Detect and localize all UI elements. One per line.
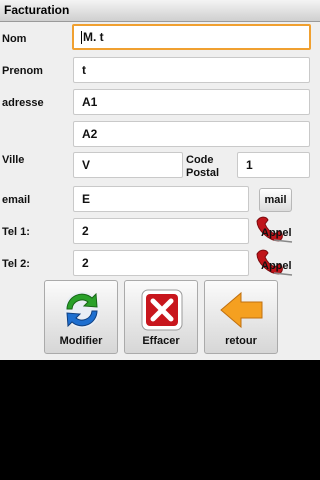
tel1-field[interactable]: 2 <box>73 218 249 244</box>
text-cursor <box>81 30 82 44</box>
arrow-left-icon <box>220 291 263 329</box>
email-field[interactable]: E <box>73 186 249 212</box>
ville-label: Ville <box>2 154 25 166</box>
prenom-value: t <box>82 63 86 77</box>
tel2-call-label: Appel <box>261 260 292 272</box>
red-x-icon <box>141 289 183 331</box>
tel1-call-button[interactable]: Appel <box>254 215 294 245</box>
adresse-label: adresse <box>2 97 44 109</box>
effacer-button[interactable]: Effacer <box>124 280 198 354</box>
title-bar: Facturation <box>0 0 320 22</box>
adresse-line1-value: A1 <box>82 95 98 109</box>
nom-label: Nom <box>2 33 27 45</box>
email-value: E <box>82 192 91 206</box>
ville-field[interactable]: V <box>73 152 183 178</box>
email-label: email <box>2 194 31 206</box>
code-postal-label-line2: Postal <box>186 167 220 179</box>
tel2-call-button[interactable]: Appel <box>254 248 294 278</box>
tel2-label: Tel 2: <box>2 258 30 270</box>
tel2-field[interactable]: 2 <box>73 250 249 276</box>
adresse-line1-field[interactable]: A1 <box>73 89 310 115</box>
prenom-label: Prenom <box>2 65 43 77</box>
modifier-button[interactable]: Modifier <box>44 280 118 354</box>
tel1-label: Tel 1: <box>2 226 30 238</box>
modifier-label: Modifier <box>59 335 103 347</box>
ville-value: V <box>82 158 91 172</box>
app-title: Facturation <box>4 3 70 17</box>
sync-arrows-icon <box>64 292 100 328</box>
nom-value: M. t <box>83 30 104 44</box>
prenom-field[interactable]: t <box>73 57 310 83</box>
facturation-screen: Facturation Nom M. t Prenom t adresse A1… <box>0 0 320 360</box>
adresse-line2-field[interactable]: A2 <box>73 121 310 147</box>
tel1-value: 2 <box>82 224 89 238</box>
retour-label: retour <box>225 335 257 347</box>
nom-field[interactable]: M. t <box>72 24 311 50</box>
mail-button-label: mail <box>264 194 287 206</box>
mail-button[interactable]: mail <box>259 188 292 212</box>
tel2-value: 2 <box>82 256 89 270</box>
code-postal-label-line1: Code <box>186 154 214 166</box>
code-postal-value: 1 <box>246 158 253 172</box>
tel1-call-label: Appel <box>261 227 292 239</box>
retour-button[interactable]: retour <box>204 280 278 354</box>
adresse-line2-value: A2 <box>82 127 98 141</box>
effacer-label: Effacer <box>142 335 180 347</box>
code-postal-field[interactable]: 1 <box>237 152 310 178</box>
